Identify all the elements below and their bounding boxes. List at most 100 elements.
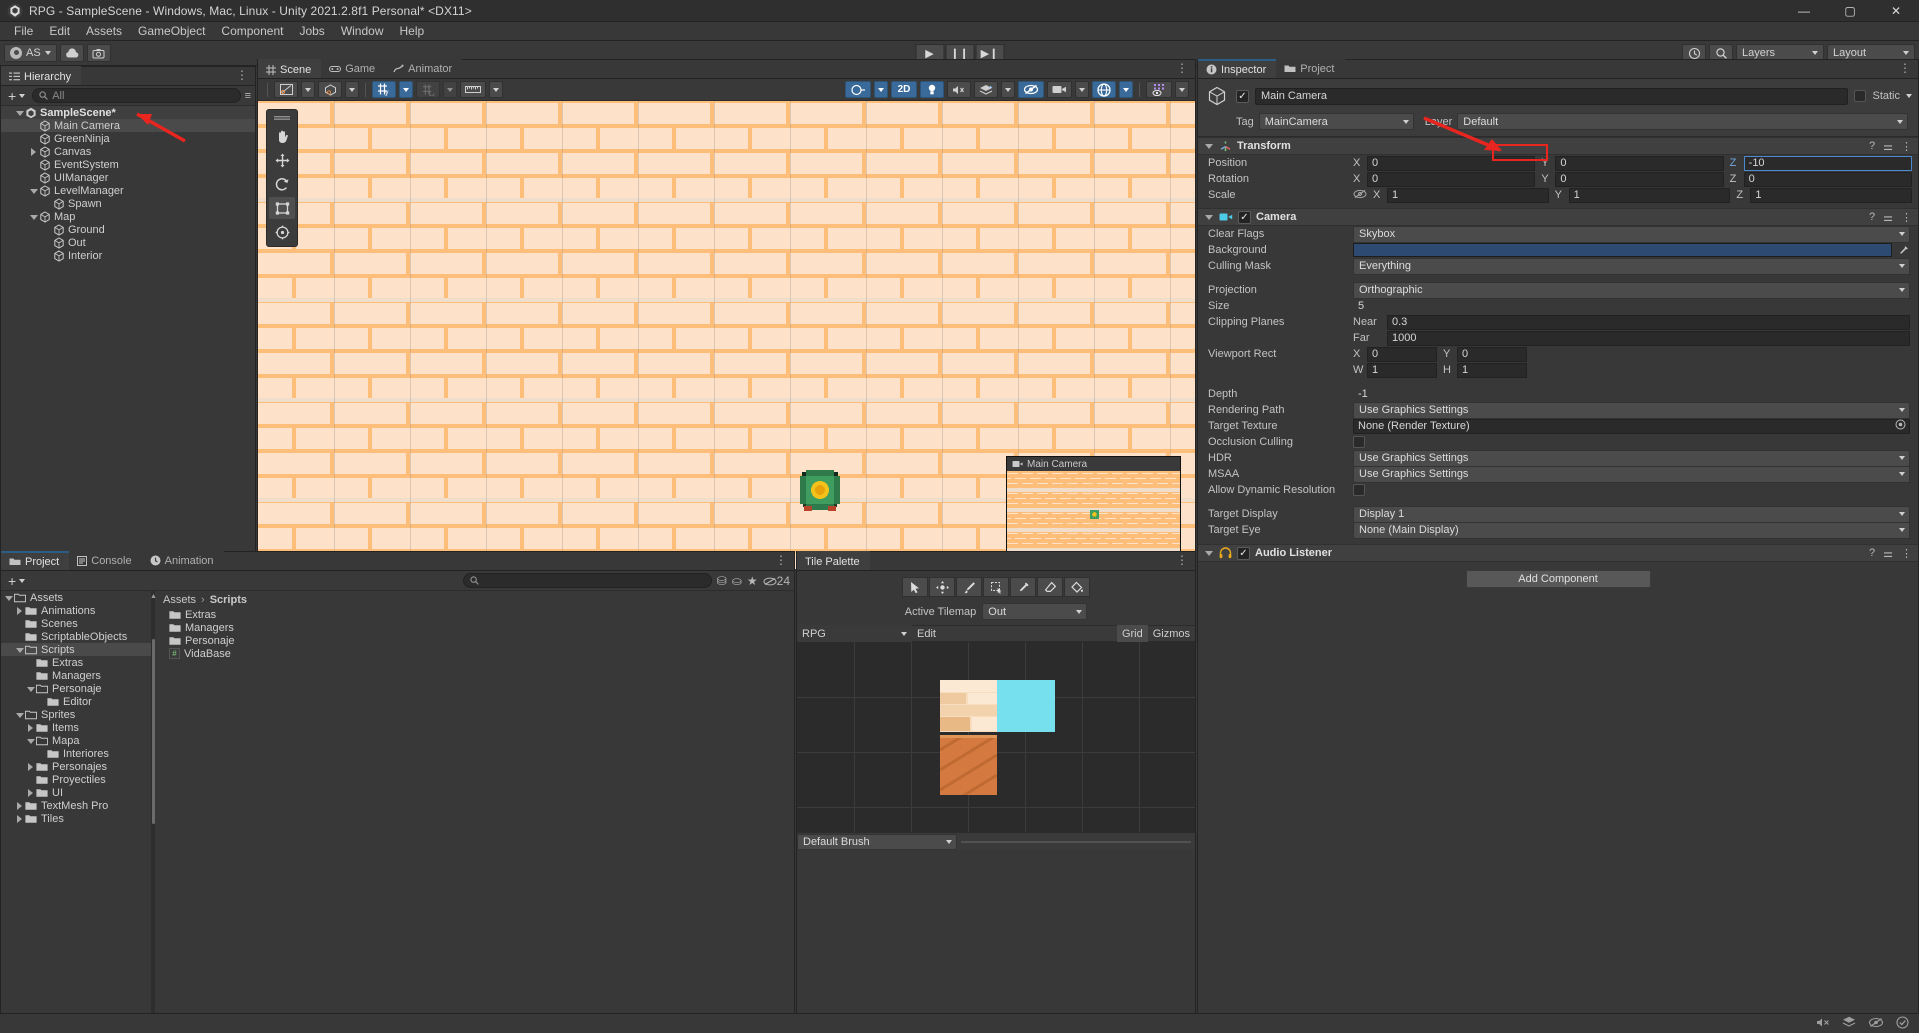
eye-off-icon[interactable] [1868, 1017, 1884, 1031]
edit-button[interactable]: Edit [912, 625, 941, 642]
depth-input[interactable]: -1 [1353, 386, 1910, 402]
hierarchy-search-input[interactable]: All [32, 88, 241, 103]
target-eye-dropdown[interactable]: None (Main Display) [1353, 521, 1910, 539]
project-tree-item-editor[interactable]: Editor [1, 695, 151, 708]
preset-icon[interactable]: ⚌ [1883, 211, 1893, 224]
chevron-down-icon[interactable] [1906, 94, 1912, 98]
mute-icon[interactable] [1816, 1017, 1830, 1031]
expand-triangle-icon[interactable] [26, 684, 36, 694]
hierarchy-item-map[interactable]: Map [1, 210, 255, 223]
select-tool-icon[interactable] [902, 577, 928, 597]
persp-dropdown[interactable] [874, 81, 888, 98]
hand-tool-icon[interactable] [269, 125, 295, 147]
ruler-dropdown[interactable] [489, 81, 503, 98]
transform-tool-icon[interactable] [269, 221, 295, 243]
project-tree-item-interiores[interactable]: Interiores [1, 747, 151, 760]
size-input[interactable]: 5 [1353, 298, 1910, 314]
project-tree-item-mapa[interactable]: Mapa [1, 734, 151, 747]
project-add-button[interactable]: + [5, 573, 28, 589]
eyedropper-icon[interactable] [1894, 245, 1912, 256]
panel-menu-icon[interactable]: ⋮ [768, 551, 794, 570]
position-z-input[interactable]: -10 [1743, 155, 1912, 171]
target-display-dropdown[interactable]: Display 1 [1353, 505, 1910, 523]
check-circle-icon[interactable] [1896, 1015, 1909, 1032]
transform-component-header[interactable]: Transform ? ⚌ ⋮ [1198, 137, 1918, 155]
effects-dropdown[interactable] [1001, 81, 1015, 98]
maximize-button[interactable]: ▢ [1827, 0, 1873, 22]
component-menu-icon[interactable]: ⋮ [1901, 211, 1912, 224]
viewport-y-input[interactable]: 0 [1457, 346, 1527, 362]
expand-triangle-icon[interactable] [15, 710, 25, 720]
viewport-w-input[interactable]: 1 [1367, 362, 1437, 378]
hierarchy-item-main-camera[interactable]: Main Camera [1, 119, 255, 132]
hierarchy-item-out[interactable]: Out [1, 236, 255, 249]
expand-triangle-icon[interactable] [26, 736, 36, 746]
effects-icon[interactable] [974, 81, 998, 98]
tile-swatch-wood[interactable] [940, 735, 997, 795]
layer-dropdown[interactable]: Default [1457, 113, 1908, 130]
help-icon[interactable]: ? [1869, 547, 1875, 559]
project-tree-item-sprites[interactable]: Sprites [1, 708, 151, 721]
expand-triangle-icon[interactable] [29, 186, 39, 196]
help-icon[interactable]: ? [1869, 140, 1875, 152]
collapse-triangle-icon[interactable] [1204, 212, 1214, 222]
project-splitter[interactable]: ▲ ▼ [150, 591, 157, 1032]
expand-triangle-icon[interactable] [29, 147, 39, 157]
scroll-up-arrow-icon[interactable]: ▲ [150, 593, 157, 600]
tile-swatch-water[interactable] [997, 680, 1055, 732]
expand-triangle-icon[interactable] [4, 593, 14, 603]
project-search-input[interactable] [463, 573, 712, 588]
viewport-h-input[interactable]: 1 [1457, 362, 1527, 378]
project-tree-item-items[interactable]: Items [1, 721, 151, 734]
box-fill-tool-icon[interactable] [983, 577, 1009, 597]
rect-tool-icon[interactable] [269, 197, 295, 219]
menu-item-file[interactable]: File [6, 22, 41, 40]
hierarchy-item-uimanager[interactable]: UIManager [1, 171, 255, 184]
rotate-tool-icon[interactable] [269, 173, 295, 195]
project-tree-item-personaje[interactable]: Personaje [1, 682, 151, 695]
menu-item-assets[interactable]: Assets [78, 22, 130, 40]
audio-mute-icon[interactable] [947, 81, 971, 98]
collapse-triangle-icon[interactable] [1204, 548, 1214, 558]
tab-project[interactable]: Project [1, 551, 70, 570]
camera-component-header[interactable]: ✓ Camera ? ⚌ ⋮ [1198, 208, 1918, 226]
account-button[interactable]: AS [4, 44, 57, 62]
player-sprite[interactable] [796, 466, 844, 514]
hierarchy-menu-icon[interactable]: ⋮ [229, 66, 255, 85]
rendering-path-dropdown[interactable]: Use Graphics Settings [1353, 401, 1910, 419]
static-checkbox[interactable] [1854, 90, 1867, 102]
expand-triangle-icon[interactable] [15, 814, 25, 824]
hierarchy-item-ground[interactable]: Ground [1, 223, 255, 236]
layers-icon[interactable] [1842, 1016, 1856, 1031]
breadcrumb-item[interactable]: Assets [163, 594, 196, 606]
project-tree-item-assets[interactable]: Assets [1, 591, 151, 604]
rotation-y-input[interactable]: 0 [1555, 171, 1724, 187]
rotation-z-input[interactable]: 0 [1743, 171, 1912, 187]
help-icon[interactable]: ? [1869, 211, 1875, 223]
expand-triangle-icon[interactable] [15, 801, 25, 811]
msaa-dropdown[interactable]: Use Graphics Settings [1353, 465, 1910, 483]
hierarchy-item-spawn[interactable]: Spawn [1, 197, 255, 210]
add-component-button[interactable]: Add Component [1465, 570, 1651, 588]
snap-dropdown[interactable] [443, 81, 457, 98]
tile-swatch-floor[interactable] [940, 680, 997, 732]
gizmo-dropdown[interactable] [1119, 81, 1133, 98]
object-enabled-checkbox[interactable]: ✓ [1236, 89, 1249, 103]
project-contents-list[interactable]: Extras Managers Personaje # VidaBase [155, 608, 794, 660]
scale-x-input[interactable]: 1 [1387, 187, 1549, 203]
hierarchy-item-canvas[interactable]: Canvas [1, 145, 255, 158]
project-tree-item-proyectiles[interactable]: Proyectiles [1, 773, 151, 786]
tab-console[interactable]: Console [69, 551, 142, 570]
project-content-item[interactable]: Personaje [155, 634, 794, 647]
favorite-icon[interactable]: ★ [747, 574, 758, 588]
expand-triangle-icon[interactable] [26, 762, 36, 772]
tab-animation[interactable]: Animation [141, 551, 224, 570]
snap-increment-icon[interactable] [416, 81, 440, 98]
scene-visibility-icon[interactable] [1018, 81, 1044, 98]
expand-triangle-icon[interactable] [26, 788, 36, 798]
project-content-item[interactable]: # VidaBase [155, 647, 794, 660]
paint-brush-tool-icon[interactable] [956, 577, 982, 597]
project-tree-scrollbar[interactable] [152, 639, 155, 824]
background-color-swatch[interactable] [1353, 243, 1892, 257]
project-tree-item-animations[interactable]: Animations [1, 604, 151, 617]
